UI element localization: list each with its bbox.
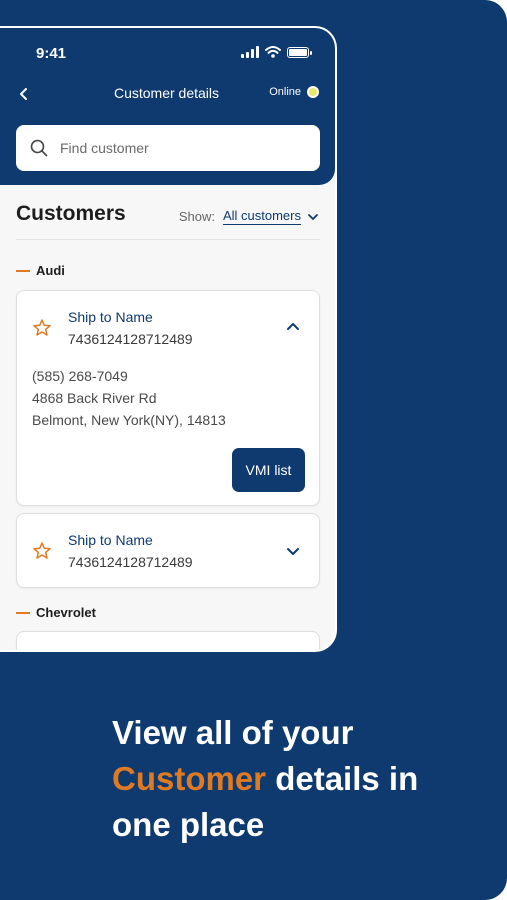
ship-to-id: 7436124128712489 [68, 331, 193, 347]
app-header: 9:41 Customer details Online [0, 28, 335, 185]
status-time: 9:41 [36, 45, 67, 62]
status-icons [241, 46, 312, 58]
customers-title: Customers [16, 202, 126, 225]
group-dash [16, 611, 30, 614]
customer-card-expanded[interactable]: Ship to Name 7436124128712489 (585) 268-… [16, 290, 320, 506]
customer-card-collapsed[interactable]: Ship to Name 7436124128712489 [16, 513, 320, 588]
online-label: Online [269, 86, 301, 98]
ship-to-name[interactable]: Ship to Name [68, 309, 153, 325]
show-label: Show: [178, 209, 215, 224]
customer-card-partial[interactable] [16, 631, 320, 650]
promo-headline: View all of your Customer details in one… [112, 710, 472, 848]
search-input[interactable] [60, 140, 290, 156]
chevron-down-icon[interactable] [285, 543, 301, 559]
star-icon[interactable] [32, 541, 52, 561]
customer-phone: (585) 268-7049 [32, 368, 128, 384]
search-box[interactable] [16, 125, 320, 171]
phone-screen: 9:41 Customer details Online Find custom… [0, 26, 337, 652]
promo-line1: View all of your [112, 714, 354, 751]
online-indicator-dot [307, 86, 319, 98]
search-icon [30, 139, 48, 157]
wifi-icon [265, 46, 281, 58]
customer-address-line2: Belmont, New York(NY), 14813 [32, 412, 226, 428]
customer-address-line1: 4868 Back River Rd [32, 390, 157, 406]
ship-to-name[interactable]: Ship to Name [68, 532, 153, 548]
chevron-up-icon[interactable] [285, 319, 301, 335]
group-dash [16, 269, 30, 272]
status-bar: 9:41 [0, 28, 335, 78]
group-header-chevrolet: Chevrolet [16, 605, 96, 620]
vmi-list-button[interactable]: VMI list [232, 448, 305, 492]
promo-accent: Customer [112, 760, 267, 797]
chevron-down-icon[interactable] [306, 210, 320, 224]
ship-to-id: 7436124128712489 [68, 554, 193, 570]
star-icon[interactable] [32, 318, 52, 338]
nav-bar: Customer details Online [0, 80, 335, 110]
promo-line3: one place [112, 806, 265, 843]
promo-line2-rest: details in [266, 760, 419, 797]
group-header-audi: Audi [16, 263, 65, 278]
show-filter-value[interactable]: All customers [222, 208, 301, 225]
group-name: Audi [36, 263, 65, 278]
show-filter[interactable]: Show: All customers [179, 208, 320, 225]
customers-header: Customers Show: All customers [16, 200, 320, 240]
battery-icon [287, 47, 312, 58]
signal-icon [241, 46, 259, 58]
online-status: Online [269, 86, 319, 98]
group-name: Chevrolet [36, 605, 96, 620]
